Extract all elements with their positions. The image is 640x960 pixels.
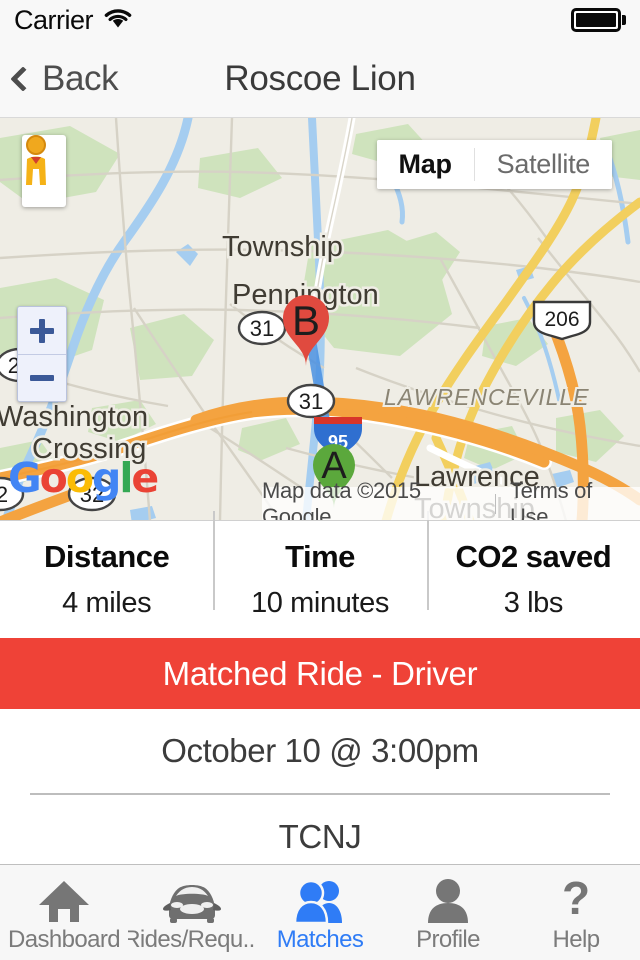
stat-distance: Distance 4 miles xyxy=(0,539,213,620)
back-button[interactable]: Back xyxy=(0,58,119,99)
home-icon xyxy=(37,878,91,924)
map-data-attribution: Map data ©2015 Google xyxy=(262,477,421,521)
status-bar-left: Carrier xyxy=(14,5,133,36)
zoom-out-button[interactable] xyxy=(18,354,66,401)
back-button-label: Back xyxy=(42,58,119,98)
person-icon xyxy=(423,878,473,924)
map-type-map-button[interactable]: Map xyxy=(376,140,474,189)
tab-profile[interactable]: Profile xyxy=(384,865,512,960)
map-type-satellite-button[interactable]: Satellite xyxy=(474,140,612,189)
stat-co2-label: CO2 saved xyxy=(455,539,612,574)
terms-of-use-link[interactable]: Terms of Use xyxy=(510,478,628,521)
tab-help[interactable]: ? Help xyxy=(512,865,640,960)
svg-text:?: ? xyxy=(562,878,590,924)
tab-dashboard[interactable]: Dashboard xyxy=(0,865,128,960)
stat-co2: CO2 saved 3 lbs xyxy=(426,511,640,620)
stat-time: Time 10 minutes xyxy=(213,511,426,620)
navigation-bar: Back Roscoe Lion xyxy=(0,40,640,118)
stat-co2-value: 3 lbs xyxy=(503,587,564,619)
status-bar: Carrier xyxy=(0,0,640,40)
detail-row-datetime[interactable]: October 10 @ 3:00pm xyxy=(0,709,640,793)
tab-help-label: Help xyxy=(552,925,601,953)
plus-icon xyxy=(30,318,54,343)
attribution-separator xyxy=(495,493,496,514)
tab-rides-requests[interactable]: Rides/Requ... xyxy=(128,865,256,960)
svg-text:Washington: Washington xyxy=(0,401,148,433)
chevron-left-icon xyxy=(10,65,36,92)
minus-icon xyxy=(30,366,54,390)
svg-text:31: 31 xyxy=(250,316,274,341)
ride-stats: Distance 4 miles Time 10 minutes CO2 sav… xyxy=(0,511,640,638)
stat-distance-value: 4 miles xyxy=(62,587,152,619)
tab-profile-label: Profile xyxy=(416,925,480,953)
stat-distance-label: Distance xyxy=(44,539,170,574)
map-zoom-control[interactable] xyxy=(17,306,67,402)
tab-bar: Dashboard Rides/Requ... Matches Profile … xyxy=(0,864,640,960)
tab-matches[interactable]: Matches xyxy=(256,865,384,960)
app-root: Carrier Back Roscoe Lion 31 31 32 206 95… xyxy=(0,0,640,960)
tab-rides-requests-label: Rides/Requ... xyxy=(128,925,256,953)
carrier-label: Carrier xyxy=(14,4,94,35)
map-marker-b-label: B xyxy=(291,297,320,344)
stat-time-value: 10 minutes xyxy=(251,587,389,619)
svg-text:2: 2 xyxy=(0,482,8,507)
svg-text:LAWRENCEVILLE: LAWRENCEVILLE xyxy=(384,384,590,410)
matched-ride-banner-label: Matched Ride - Driver xyxy=(162,654,478,692)
svg-text:206: 206 xyxy=(544,308,579,331)
matched-ride-banner: Matched Ride - Driver xyxy=(0,638,640,709)
map-type-control[interactable]: Map Satellite xyxy=(376,140,612,189)
tab-dashboard-label: Dashboard xyxy=(7,925,121,953)
pegman-streetview-icon[interactable] xyxy=(22,135,66,207)
ride-datetime: October 10 @ 3:00pm xyxy=(161,732,479,769)
map-marker-b[interactable]: B xyxy=(277,291,335,367)
people-icon xyxy=(290,878,350,924)
wifi-icon xyxy=(103,6,133,35)
google-logo: Google xyxy=(8,454,159,502)
battery-icon xyxy=(571,8,626,32)
ride-detail-list: October 10 @ 3:00pm TCNJ xyxy=(0,709,640,879)
ride-location: TCNJ xyxy=(278,818,362,855)
stat-time-label: Time xyxy=(285,539,355,574)
map-view[interactable]: 31 31 29 29 xyxy=(0,118,640,521)
svg-text:31: 31 xyxy=(299,389,323,414)
car-icon xyxy=(161,878,223,924)
question-mark-icon: ? xyxy=(556,878,596,924)
map-attribution-bar: Map data ©2015 Google Terms of Use xyxy=(262,478,640,520)
zoom-in-button[interactable] xyxy=(18,307,66,354)
tab-matches-label: Matches xyxy=(276,925,364,953)
svg-text:Township: Township xyxy=(222,231,343,263)
